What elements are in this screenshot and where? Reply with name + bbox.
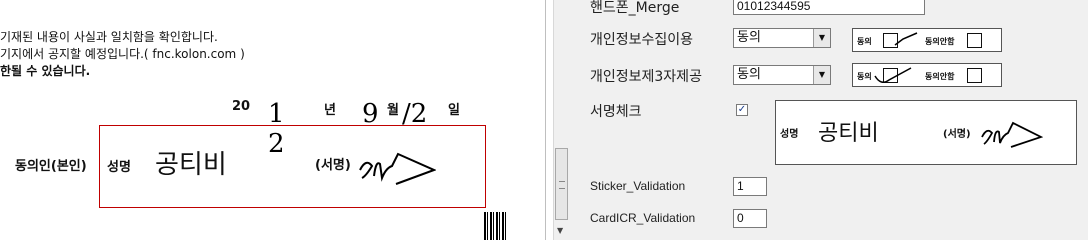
cardicr-validation-input[interactable]: 0 (733, 209, 767, 228)
privacy-third-label: 개인정보제3자제공 (590, 69, 702, 85)
pane-divider[interactable] (545, 0, 546, 240)
signature-label: (서명) (315, 158, 351, 173)
date-prefix: 20 (232, 99, 251, 114)
privacy-collect-label: 개인정보수집이용 (590, 32, 694, 48)
signature-check-label: 서명체크 (590, 104, 642, 120)
name-label: 성명 (107, 160, 131, 175)
preview-name-label: 성명 (780, 129, 799, 140)
phone-label: 핸드폰_Merge (590, 0, 680, 16)
preview-sign-label: (서명) (943, 129, 971, 140)
preview-handwritten-name: 공티비 (818, 121, 879, 146)
consent-person-label: 동의인(본인) (15, 159, 87, 174)
check-stroke-icon (894, 32, 918, 46)
scrollbar-thumb[interactable] (555, 148, 568, 220)
disagree-checkbox-icon (967, 33, 982, 48)
sticker-validation-input[interactable]: 1 (733, 177, 767, 196)
doc-line-1: 기재된 내용이 사실과 일치함을 확인합니다. (0, 30, 218, 44)
privacy-third-consent-image: 동의 동의안함 (852, 63, 1002, 87)
doc-line-3: 한될 수 있습니다. (0, 64, 91, 78)
signature-preview-image: 성명 공티비 (서명) (775, 100, 1077, 165)
doc-line-2: 기지에서 공지할 예정입니다.( fnc.kolon.com ) (0, 47, 245, 61)
date-day-unit: 일 (448, 103, 460, 118)
privacy-collect-value: 동의 (737, 30, 761, 45)
cardicr-validation-label: CardICR_Validation (590, 211, 696, 225)
field-form: 핸드폰_Merge 01012344595 개인정보수집이용 동의 ▼ 동의 동… (570, 0, 1088, 240)
privacy-third-select[interactable]: 동의 ▼ (733, 65, 831, 85)
signature-check-checkbox[interactable]: ✓ (736, 104, 748, 116)
check-stroke-icon (874, 67, 912, 83)
document-preview: 기재된 내용이 사실과 일치함을 확인합니다. 기지에서 공지할 예정입니다.(… (0, 0, 545, 240)
agree-label: 동의 (857, 72, 872, 81)
signature-box: 성명 공티비 (서명) (99, 125, 486, 208)
chevron-down-icon[interactable]: ▼ (813, 66, 830, 84)
disagree-label: 동의안함 (925, 72, 955, 81)
scrollbar-grip-icon (559, 181, 565, 189)
handwritten-signature-icon (359, 152, 436, 185)
chevron-down-icon[interactable]: ▼ (813, 29, 830, 47)
preview-signature-icon (981, 121, 1043, 148)
date-year-unit: 년 (324, 103, 336, 118)
privacy-collect-consent-image: 동의 동의안함 (852, 28, 1002, 52)
barcode (484, 212, 508, 240)
sticker-validation-label: Sticker_Validation (590, 179, 686, 193)
date-month-unit: 월 (387, 103, 399, 118)
privacy-collect-select[interactable]: 동의 ▼ (733, 28, 831, 48)
privacy-third-value: 동의 (737, 67, 761, 82)
handwritten-name: 공티비 (155, 150, 227, 180)
phone-input[interactable]: 01012344595 (733, 0, 925, 15)
disagree-label: 동의안함 (925, 37, 955, 46)
disagree-checkbox-icon (967, 68, 982, 83)
scroll-down-arrow-icon[interactable]: ▼ (557, 226, 563, 235)
agree-label: 동의 (857, 37, 872, 46)
vertical-scrollbar[interactable]: ▼ (553, 0, 571, 240)
